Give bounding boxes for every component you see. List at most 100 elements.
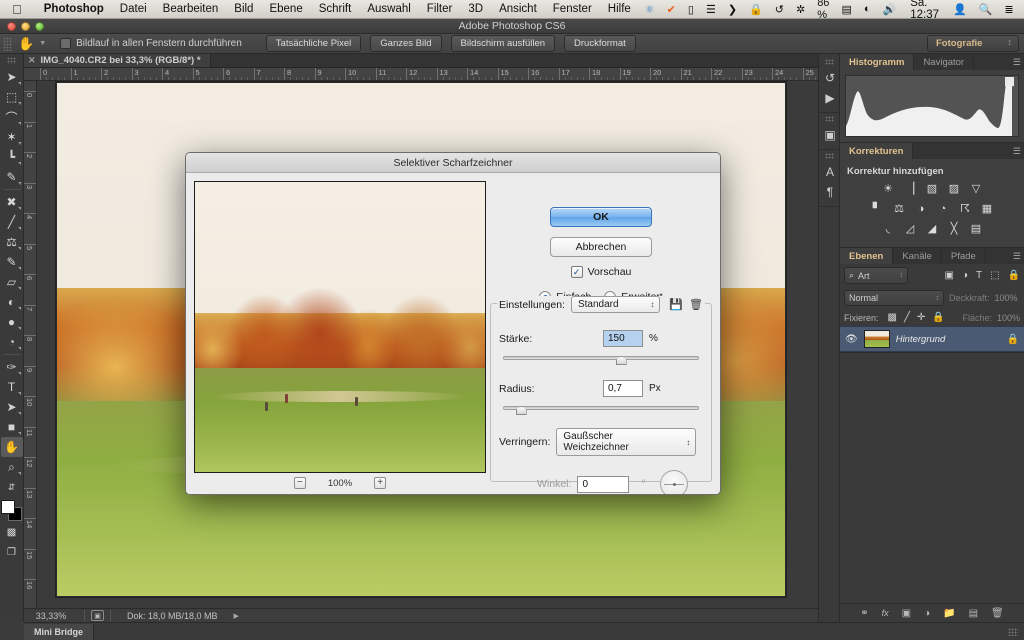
filter-adjustment-icon[interactable]: ◑: [962, 270, 968, 281]
lasso-tool[interactable]: ⌒: [1, 107, 23, 127]
tab-pfade[interactable]: Pfade: [942, 248, 986, 264]
zoom-level[interactable]: 33,33%: [24, 611, 78, 621]
blur-tool[interactable]: ●: [1, 312, 23, 332]
menu-filter[interactable]: Filter: [419, 3, 461, 15]
crop-tool[interactable]: ┗: [1, 147, 23, 167]
lock-transparency-icon[interactable]: ▩: [888, 312, 897, 323]
menu-ansicht[interactable]: Ansicht: [491, 3, 545, 15]
type-tool[interactable]: T: [1, 377, 23, 397]
eyedropper-tool[interactable]: ✎: [1, 167, 23, 187]
hue-saturation-icon[interactable]: ▘: [871, 202, 884, 215]
zoom-window-button[interactable]: [35, 22, 44, 31]
vertical-ruler[interactable]: 01234567891011121314151617: [24, 81, 37, 622]
move-tool[interactable]: ➤: [1, 67, 23, 87]
selective-color-icon[interactable]: ╳: [948, 222, 961, 235]
healing-brush-tool[interactable]: ✖: [1, 192, 23, 212]
menu-bild[interactable]: Bild: [226, 3, 261, 15]
paragraph-panel-icon[interactable]: ¶: [819, 182, 841, 202]
close-window-button[interactable]: [7, 22, 16, 31]
filter-shape-icon[interactable]: ⬚: [990, 270, 999, 281]
timemachine-icon[interactable]: ↺: [769, 3, 790, 16]
actions-panel-icon[interactable]: ▶: [819, 88, 841, 108]
amount-slider[interactable]: [503, 352, 699, 365]
adjustment-layer-icon[interactable]: ◑: [924, 608, 930, 619]
close-icon[interactable]: ✕: [28, 55, 36, 66]
dock-grip-3[interactable]: [824, 153, 834, 159]
foreground-color-swatch[interactable]: [0, 500, 15, 514]
levels-icon[interactable]: ▕: [904, 182, 917, 195]
dialog-preview-image[interactable]: [194, 181, 486, 473]
eraser-tool[interactable]: ▱: [1, 272, 23, 292]
menu-auswahl[interactable]: Auswahl: [359, 3, 418, 15]
screen-mode-icon[interactable]: ❐: [1, 542, 23, 562]
ok-button[interactable]: OK: [550, 207, 652, 227]
posterize-icon[interactable]: ◿: [904, 222, 917, 235]
quick-mask-icon[interactable]: ▩: [1, 522, 23, 542]
battery-icon[interactable]: ▤: [835, 3, 857, 16]
color-balance-icon[interactable]: ⚖: [893, 202, 906, 215]
trash-icon[interactable]: 🗑: [689, 298, 703, 311]
user-icon[interactable]: 👤: [947, 3, 973, 16]
bookmark-icon[interactable]: ▯: [682, 3, 700, 16]
dock-grip-2[interactable]: [824, 116, 834, 122]
new-layer-icon[interactable]: ▤: [969, 608, 978, 619]
tab-ebenen[interactable]: Ebenen: [840, 248, 894, 264]
menu-3d[interactable]: 3D: [460, 3, 491, 15]
actual-pixels-button[interactable]: Tatsächliche Pixel: [265, 35, 362, 52]
lock-icon[interactable]: 🔒: [743, 3, 769, 16]
link-layers-icon[interactable]: ⚭: [860, 608, 868, 619]
panel-menu-icon-adjustments[interactable]: ☰: [1013, 146, 1021, 157]
menu-hilfe[interactable]: Hilfe: [600, 3, 639, 15]
remove-select[interactable]: Gaußscher Weichzeichner ↕: [556, 428, 697, 456]
black-white-icon[interactable]: ◑: [915, 202, 928, 215]
print-size-button[interactable]: Druckformat: [564, 35, 636, 52]
lock-icon[interactable]: 🔒: [1007, 334, 1019, 345]
delete-layer-icon[interactable]: 🗑: [991, 608, 1004, 619]
radius-input[interactable]: [603, 380, 643, 397]
horizontal-ruler[interactable]: 0 1 2 3 4 5 6 7 8 9 10 11 12 13 14 15 16 17 18 19 20 21 22 23 24…: [24, 68, 840, 81]
preview-checkbox-row[interactable]: ✓ Vorschau: [490, 266, 712, 278]
fill-screen-button[interactable]: Bildschirm ausfüllen: [450, 35, 556, 52]
panel-menu-icon-layers[interactable]: ☰: [1013, 251, 1021, 262]
gradient-map-icon[interactable]: ▤: [970, 222, 983, 235]
document-tab[interactable]: ✕ IMG_4040.CR2 bei 33,3% (RGB/8*) *: [24, 54, 211, 67]
menu-clock[interactable]: Sa. 12:37: [902, 0, 947, 21]
curves-icon[interactable]: ▧: [926, 182, 939, 195]
menu-app-name[interactable]: Photoshop: [36, 3, 112, 15]
tab-navigator[interactable]: Navigator: [914, 54, 975, 70]
settings-select[interactable]: Standard ↕: [570, 296, 661, 313]
hand-tool-icon[interactable]: ✋: [18, 37, 34, 50]
tab-histogramm[interactable]: Histogramm: [840, 54, 915, 70]
apple-icon[interactable]: : [12, 3, 22, 16]
cancel-button[interactable]: Abbrechen: [550, 237, 652, 257]
threshold-icon[interactable]: ◢: [926, 222, 939, 235]
notification-list-icon[interactable]: ≣: [998, 3, 1019, 16]
chevron-down-icon[interactable]: ▼: [39, 40, 46, 47]
plus-icon[interactable]: +: [374, 477, 387, 489]
vibrance-icon[interactable]: ▽: [970, 182, 983, 195]
dock-grip[interactable]: [824, 59, 834, 65]
marquee-tool[interactable]: ⬚: [1, 87, 23, 107]
filter-type-icon[interactable]: T: [976, 270, 982, 281]
menu-fenster[interactable]: Fenster: [545, 3, 600, 15]
dialog-title-bar[interactable]: Selektiver Scharfzeichner: [186, 153, 720, 173]
radius-slider[interactable]: [503, 402, 699, 415]
menu-ebene[interactable]: Ebene: [261, 3, 310, 15]
chevron-right-icon[interactable]: ▶: [234, 612, 239, 620]
swap-colors-icon[interactable]: ⇵: [1, 477, 23, 497]
channel-mixer-icon[interactable]: ☈: [959, 202, 972, 215]
color-lookup-icon[interactable]: ▦: [981, 202, 994, 215]
lock-position-icon[interactable]: ✛: [917, 312, 925, 323]
opacity-value[interactable]: 100%: [995, 293, 1018, 303]
cache-warning-icon[interactable]: ⚠: [1005, 79, 1013, 90]
menu-schrift[interactable]: Schrift: [311, 3, 360, 15]
invert-icon[interactable]: ◟: [882, 222, 895, 235]
layer-filter-select[interactable]: ⌕ Art ↕: [844, 267, 908, 284]
save-preset-icon[interactable]: 💾: [669, 298, 683, 311]
mini-bridge-tab[interactable]: Mini Bridge: [24, 623, 94, 640]
history-brush-tool[interactable]: ✎: [1, 252, 23, 272]
menu-datei[interactable]: Datei: [112, 3, 155, 15]
new-group-icon[interactable]: 📁: [943, 608, 955, 619]
brightness-contrast-icon[interactable]: ☀: [882, 182, 895, 195]
tools-panel-grip[interactable]: [7, 57, 16, 64]
